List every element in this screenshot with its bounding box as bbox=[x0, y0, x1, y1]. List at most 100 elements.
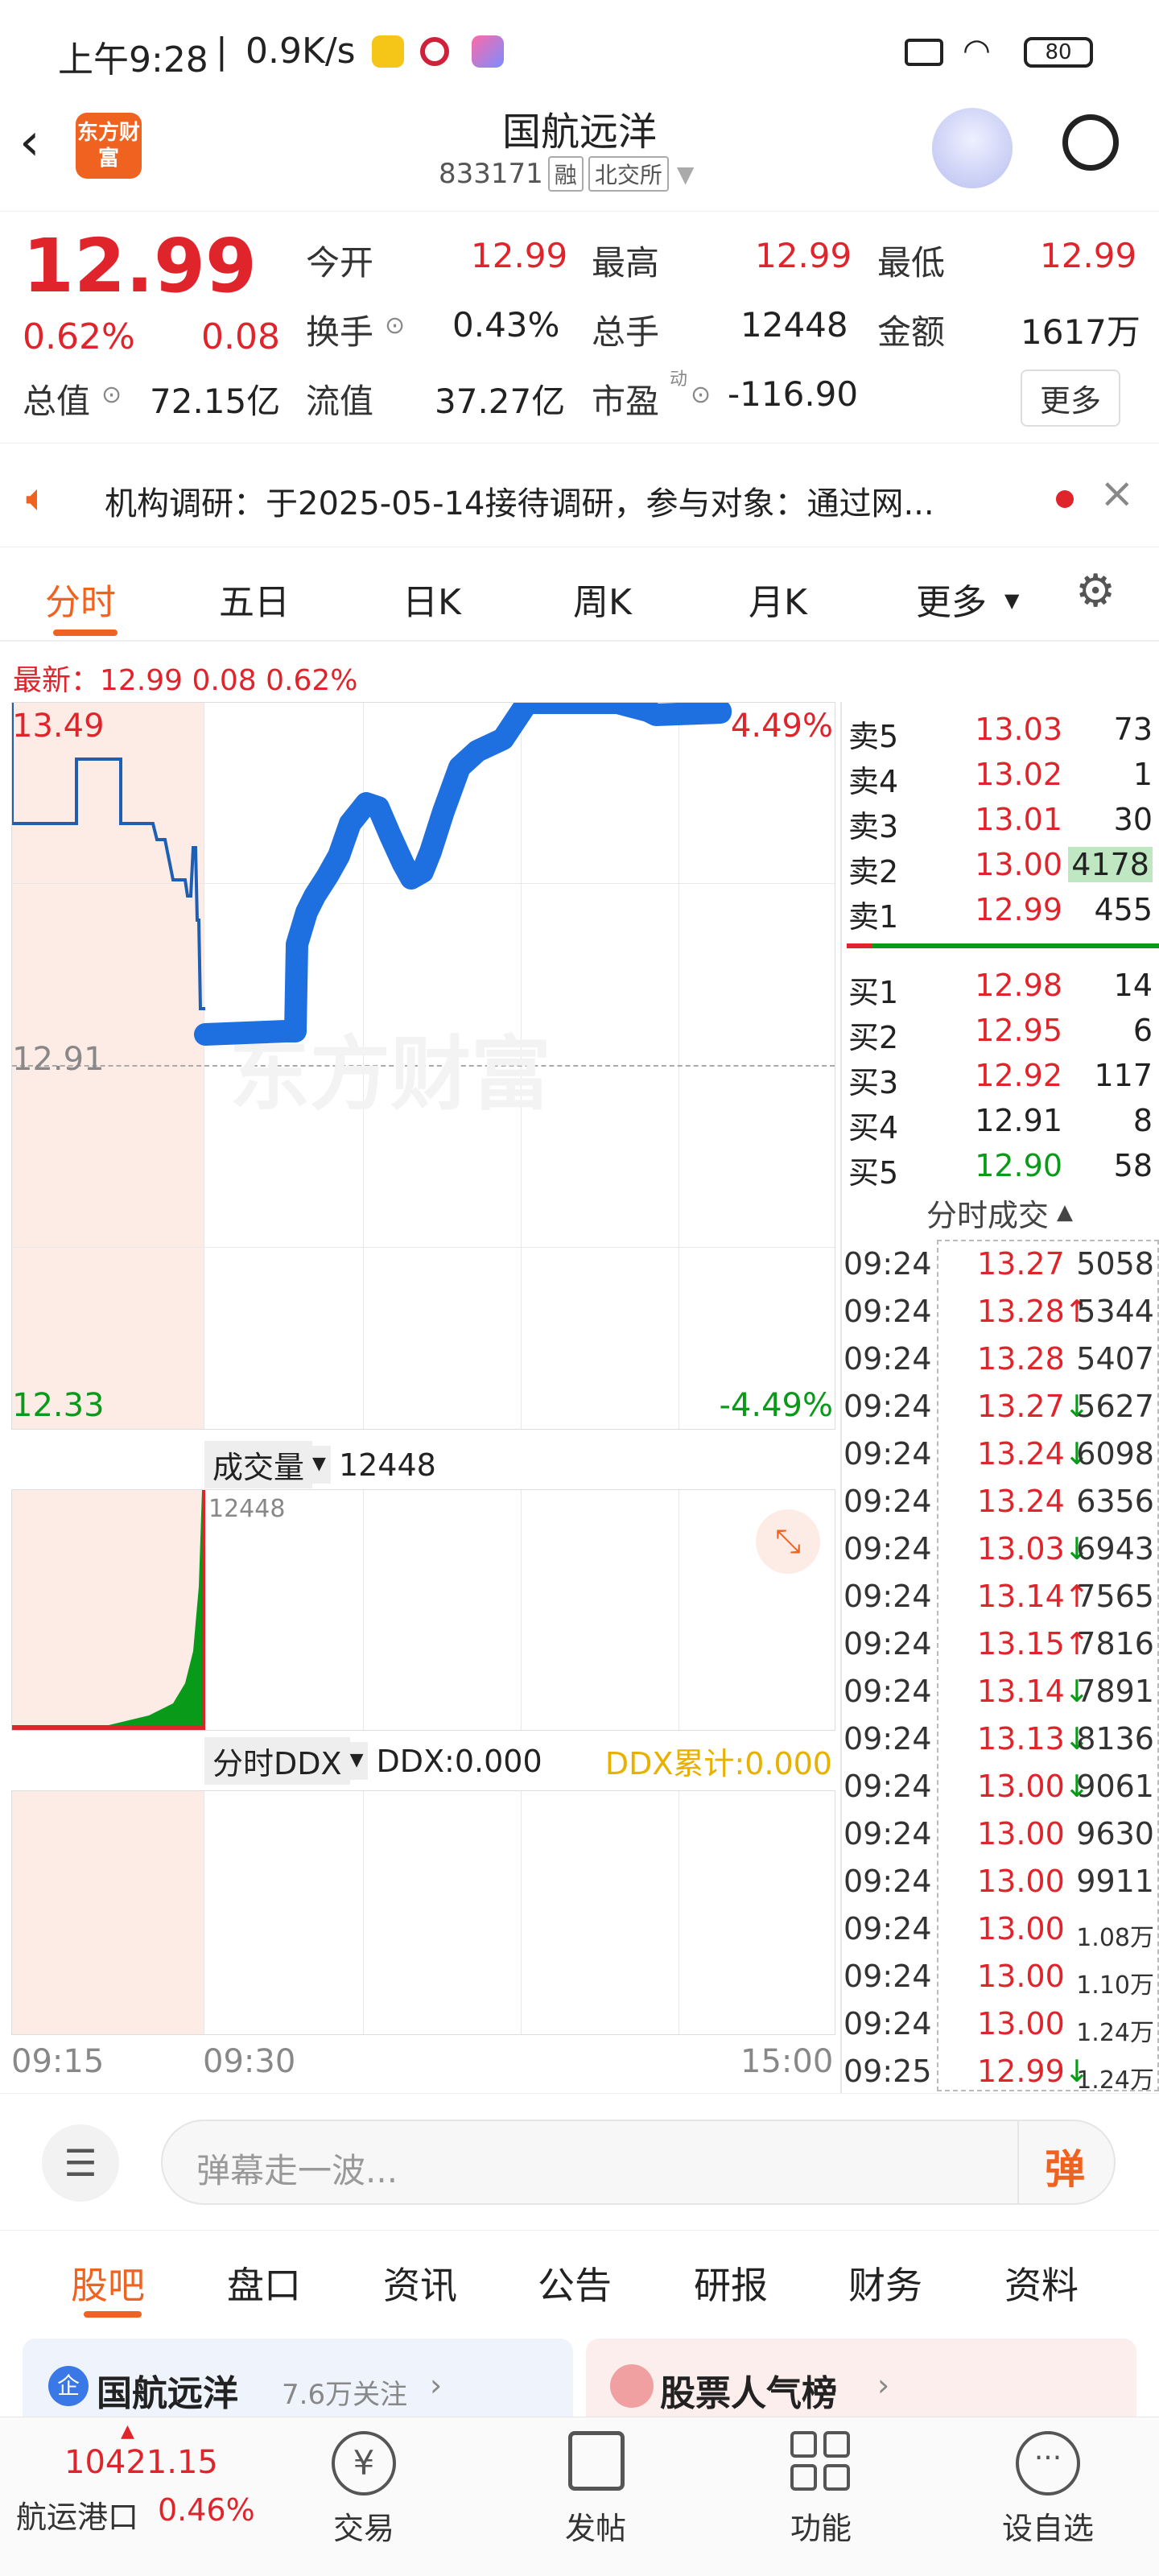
tick-row: 09:24 13.15 ↑ 7816 bbox=[842, 1620, 1159, 1667]
tab-monthly-k[interactable]: 月K bbox=[749, 573, 807, 625]
ddx-value: DDX:0.000 bbox=[376, 1743, 542, 1779]
sell-order-row[interactable]: 卖3 13.01 30 bbox=[842, 797, 1159, 844]
tick-price: 13.00 bbox=[977, 1864, 1065, 1899]
popularity-card[interactable]: 股票人气榜 › bbox=[586, 2339, 1136, 2419]
buy-order-row[interactable]: 买1 12.98 14 bbox=[842, 963, 1159, 1010]
info-icon[interactable]: ⊙ bbox=[101, 381, 122, 409]
tab-5day[interactable]: 五日 bbox=[219, 573, 290, 625]
sell-order-row[interactable]: 卖4 13.02 1 bbox=[842, 752, 1159, 799]
label-turnover: 换手 bbox=[306, 312, 374, 352]
active-tab-indicator bbox=[53, 630, 118, 636]
trade-icon[interactable]: ¥ bbox=[332, 2431, 396, 2496]
intraday-chart[interactable]: 最新：12.99 0.08 0.62% 东方财富 13.49 12.91 12.… bbox=[0, 644, 837, 2093]
ddx-selector[interactable]: 分时DDX bbox=[204, 1737, 350, 1785]
sub-tabs: 股吧 盘口 资讯 公告 研报 财务 资料 bbox=[0, 2230, 1159, 2325]
robot-assistant-icon[interactable] bbox=[932, 108, 1013, 188]
more-button[interactable]: 更多 bbox=[1021, 369, 1121, 427]
tick-price: 13.00 bbox=[977, 1769, 1065, 1804]
grid-icon[interactable] bbox=[790, 2431, 850, 2491]
tick-time: 09:24 bbox=[843, 1674, 932, 1709]
tab-profile[interactable]: 资料 bbox=[1004, 2256, 1079, 2310]
index-name[interactable]: 航运港口 bbox=[16, 2492, 138, 2537]
tab-announcements[interactable]: 公告 bbox=[538, 2256, 612, 2310]
wifi-icon: ◠ bbox=[963, 32, 991, 69]
more-dots-icon[interactable]: ··· bbox=[1016, 2431, 1080, 2496]
value-amount: 1617万 bbox=[1021, 312, 1140, 352]
buy-order-row[interactable]: 买4 12.91 8 bbox=[842, 1098, 1159, 1146]
tab-finance[interactable]: 财务 bbox=[848, 2256, 922, 2310]
sim-off-icon bbox=[905, 39, 943, 66]
chevron-down-icon[interactable]: ▼ bbox=[677, 161, 695, 188]
tick-time: 09:24 bbox=[843, 1579, 932, 1614]
sell-order-row[interactable]: 卖2 13.00 4178 bbox=[842, 842, 1159, 890]
info-icon[interactable]: ⊙ bbox=[691, 381, 711, 409]
nav-post[interactable]: 发帖 bbox=[523, 2504, 668, 2548]
chevron-down-icon[interactable]: ▼ bbox=[1004, 589, 1019, 612]
search-icon[interactable] bbox=[1062, 114, 1119, 171]
order-price: 12.91 bbox=[975, 1103, 1062, 1138]
tab-handicap[interactable]: 盘口 bbox=[227, 2256, 301, 2310]
buy-order-row[interactable]: 买2 12.95 6 bbox=[842, 1008, 1159, 1055]
tick-volume: 9061 bbox=[1076, 1769, 1154, 1804]
post-icon[interactable] bbox=[568, 2431, 625, 2491]
close-icon[interactable]: × bbox=[1099, 469, 1135, 518]
tick-row: 09:24 13.24 ↓ 6098 bbox=[842, 1430, 1159, 1477]
value-float: 37.27亿 bbox=[435, 382, 566, 421]
buy-order-row[interactable]: 买3 12.92 117 bbox=[842, 1053, 1159, 1100]
tab-news[interactable]: 资讯 bbox=[383, 2256, 457, 2310]
order-label: 买1 bbox=[848, 975, 899, 1010]
expand-icon[interactable]: ⤡ bbox=[756, 1509, 820, 1574]
notice-bar[interactable]: 🔈︎ 机构调研：于2025-05-14接待调研，参与对象：通过网... × bbox=[0, 443, 1159, 547]
tab-weekly-k[interactable]: 周K bbox=[573, 573, 632, 625]
ticks-header[interactable]: 分时成交 ▲ bbox=[840, 1190, 1159, 1235]
index-value[interactable]: 10421.15 bbox=[64, 2444, 218, 2481]
value-mktcap: 72.15亿 bbox=[150, 382, 281, 421]
tick-row: 09:24 13.13 ↓ 8136 bbox=[842, 1715, 1159, 1762]
tick-price: 13.00 bbox=[977, 1959, 1065, 1994]
danmu-input[interactable]: 弹幕走一波... 弹 bbox=[161, 2120, 1116, 2205]
volume-baseline bbox=[12, 1725, 205, 1730]
tick-price: 13.00 bbox=[977, 1816, 1065, 1852]
tick-row: 09:25 12.99 ↓ 1.24万 bbox=[842, 2047, 1159, 2095]
tab-daily-k[interactable]: 日K bbox=[402, 573, 461, 625]
tab-more[interactable]: 更多 bbox=[916, 573, 987, 625]
tick-price: 12.99 bbox=[977, 2054, 1065, 2089]
tab-forum[interactable]: 股吧 bbox=[71, 2256, 145, 2310]
order-volume: 117 bbox=[1094, 1058, 1153, 1093]
chevron-up-icon[interactable]: ▲ bbox=[1057, 1200, 1073, 1224]
ddx-pane bbox=[11, 1790, 835, 2035]
tick-row: 09:24 13.27 5058 bbox=[842, 1240, 1159, 1287]
tick-time: 09:24 bbox=[843, 1531, 932, 1567]
buy-order-row[interactable]: 买5 12.90 58 bbox=[842, 1143, 1159, 1191]
card-title: 股票人气榜 bbox=[660, 2373, 837, 2414]
tab-intraday[interactable]: 分时 bbox=[45, 573, 116, 625]
nav-functions[interactable]: 功能 bbox=[749, 2504, 893, 2548]
nav-add-watchlist[interactable]: 设自选 bbox=[975, 2504, 1120, 2548]
tick-time: 09:24 bbox=[843, 1294, 932, 1329]
y-axis-mid: 12.91 bbox=[12, 1041, 105, 1078]
order-volume: 14 bbox=[1113, 968, 1153, 1003]
list-settings-icon[interactable]: ☰ bbox=[42, 2124, 119, 2202]
sell-order-row[interactable]: 卖5 13.03 73 bbox=[842, 707, 1159, 754]
nav-trade[interactable]: 交易 bbox=[291, 2504, 436, 2548]
tick-time: 09:24 bbox=[843, 1389, 932, 1424]
sell-order-row[interactable]: 卖1 12.99 455 bbox=[842, 887, 1159, 935]
order-price: 12.99 bbox=[975, 892, 1062, 927]
gear-icon[interactable]: ⚙ bbox=[1075, 565, 1116, 617]
notice-text[interactable]: 机构调研：于2025-05-14接待调研，参与对象：通过网... bbox=[105, 477, 934, 524]
price-line bbox=[194, 703, 732, 1046]
volume-selector[interactable]: 成交量 bbox=[204, 1441, 313, 1488]
tick-time: 09:24 bbox=[843, 1484, 932, 1519]
tick-volume: 9630 bbox=[1076, 1816, 1154, 1852]
tick-price: 13.13 bbox=[977, 1721, 1065, 1757]
tab-research[interactable]: 研报 bbox=[694, 2256, 768, 2310]
chevron-down-icon[interactable]: ▼ bbox=[312, 1446, 331, 1484]
danmu-toggle-button[interactable]: 弹 bbox=[1045, 2137, 1085, 2195]
info-icon[interactable]: ⊙ bbox=[385, 312, 405, 340]
time-axis-mid: 09:30 bbox=[203, 2043, 296, 2080]
ddx-header: 分时DDX ▼ DDX:0.000 DDX累计:0.000 bbox=[204, 1737, 832, 1785]
order-price: 12.92 bbox=[975, 1058, 1062, 1093]
battery-icon: 80 bbox=[1024, 37, 1093, 68]
chevron-down-icon[interactable]: ▼ bbox=[349, 1742, 369, 1780]
stock-forum-card[interactable]: 企 国航远洋 7.6万关注 › bbox=[23, 2339, 573, 2419]
